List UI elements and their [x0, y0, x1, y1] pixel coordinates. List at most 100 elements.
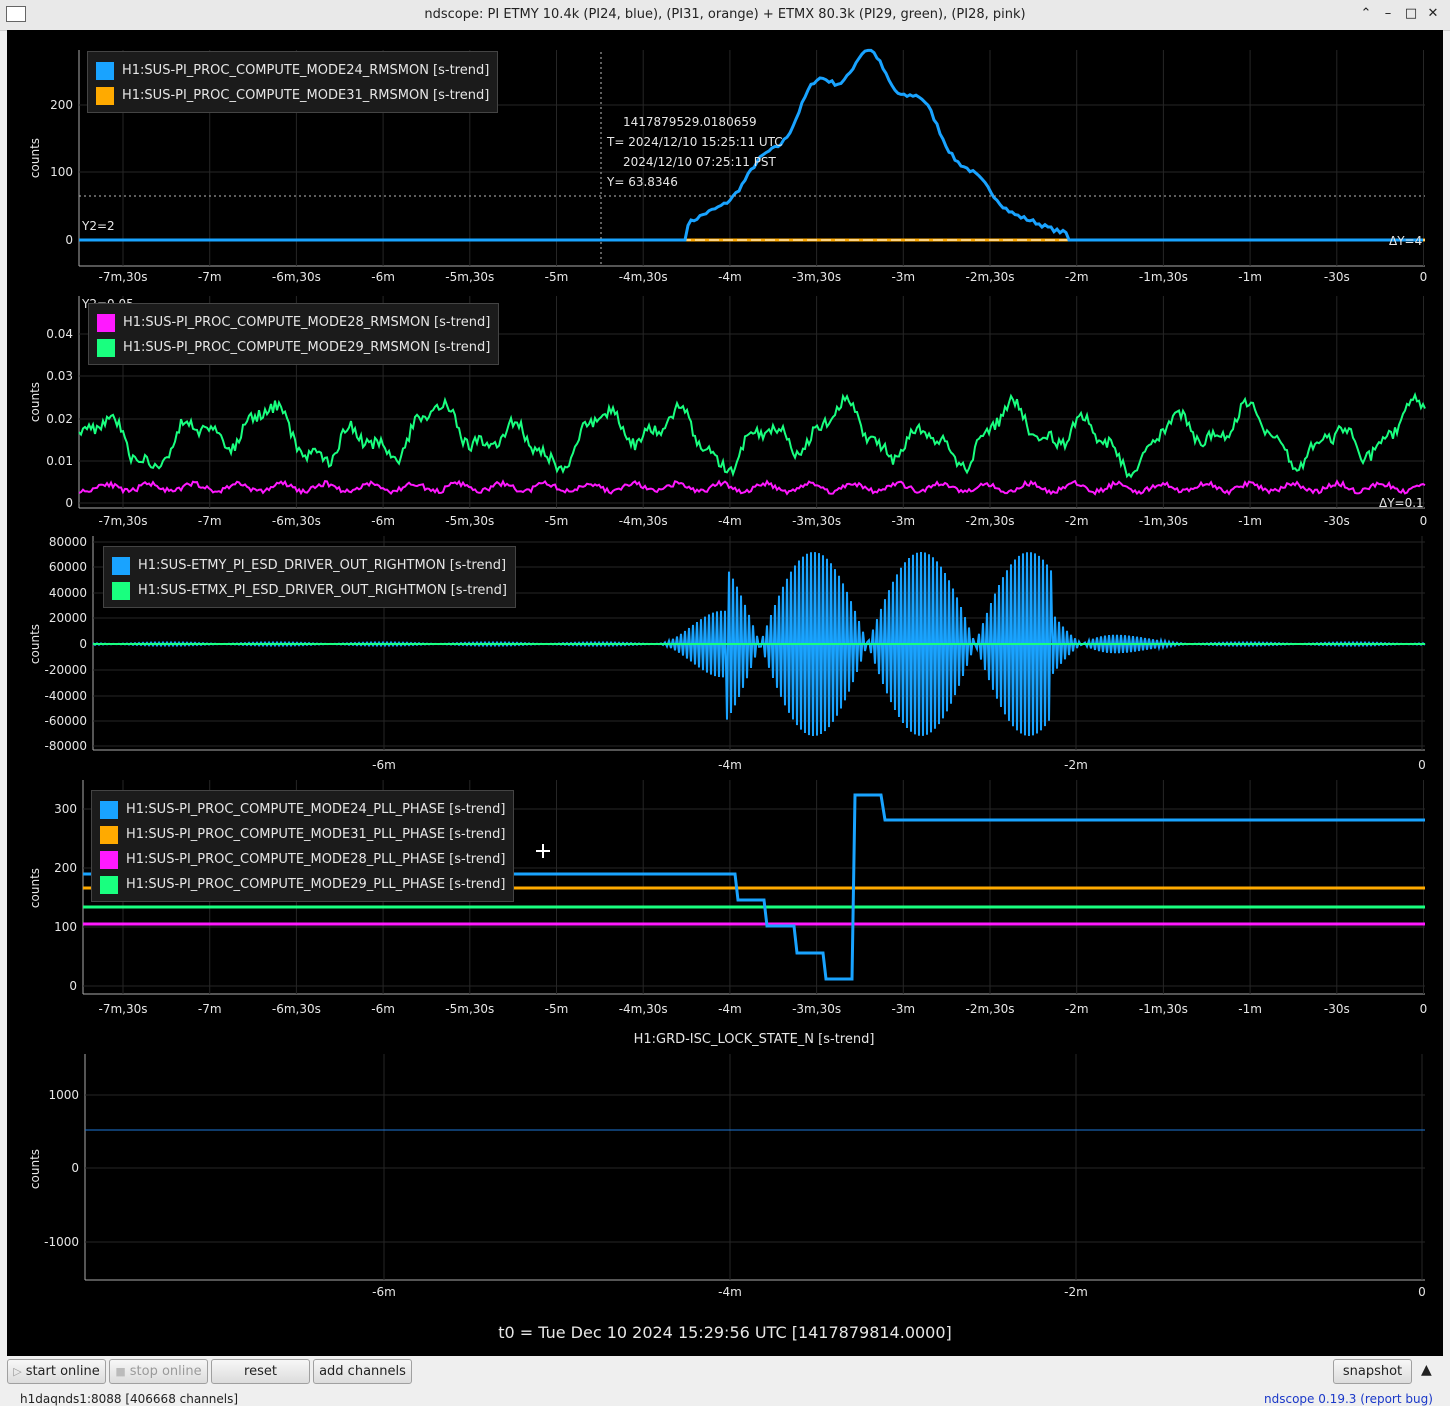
y-tick-label: -60000 [44, 714, 87, 728]
legend-label: H1:SUS-PI_PROC_COMPUTE_MODE31_RMSMON [s-… [122, 88, 490, 103]
y-tick-label: 0 [71, 1161, 79, 1175]
x-tick-label: -7m,30s [99, 514, 148, 528]
stop-online-button[interactable]: ■ stop online [109, 1359, 208, 1384]
legend-panel-1: H1:SUS-PI_PROC_COMPUTE_MODE24_RMSMON [s-… [87, 51, 499, 113]
version-link[interactable]: ndscope 0.19.3 (report bug) [1264, 1392, 1433, 1406]
cursor-delta-y-label: ΔY=4 [1389, 234, 1422, 248]
panel-guardian-state[interactable]: H1:GRD-ISC_LOCK_STATE_N [s-trend] counts… [7, 1024, 1443, 1304]
window-minimize-icon[interactable]: – [1379, 6, 1397, 21]
legend-label: H1:SUS-PI_PROC_COMPUTE_MODE29_RMSMON [s-… [123, 340, 491, 355]
start-online-button[interactable]: ▷ start online [7, 1359, 106, 1384]
x-tick-label: -2m [1065, 1002, 1089, 1016]
reset-button[interactable]: reset [211, 1359, 310, 1384]
x-tick-label: -1m,30s [1139, 270, 1188, 284]
x-tick-label: -2m [1064, 758, 1088, 772]
y-tick-label: 0.01 [46, 454, 73, 468]
trace-mode29-rmsmon [78, 391, 1426, 479]
cursor-y2-label: Y2=2 [81, 219, 115, 233]
x-tick-label: -5m,30s [445, 514, 494, 528]
window-shade-icon[interactable]: ⌃ [1357, 6, 1375, 21]
window-titlebar: ndscope: PI ETMY 10.4k (PI24, blue), (PI… [0, 0, 1450, 31]
plot-area: counts 200 100 0 -7m,30s -7m -6m,30s -6m -5m,3… [7, 30, 1443, 1356]
window-maximize-icon[interactable]: □ [1402, 6, 1420, 21]
legend-swatch [112, 556, 130, 575]
x-tick-label: -2m,30s [966, 1002, 1015, 1016]
y-tick-label: -1000 [44, 1235, 79, 1249]
x-tick-label: -4m [718, 758, 742, 772]
legend-label: H1:SUS-PI_PROC_COMPUTE_MODE29_PLL_PHASE … [126, 877, 506, 892]
server-status: h1daqnds1:8088 [406668 channels] [20, 1392, 239, 1406]
legend-item: H1:SUS-ETMX_PI_ESD_DRIVER_OUT_RIGHTMON [… [112, 578, 507, 603]
legend-item: H1:SUS-PI_PROC_COMPUTE_MODE29_PLL_PHASE … [100, 872, 505, 897]
x-tick-label: -1m,30s [1139, 1002, 1188, 1016]
legend-item: H1:SUS-ETMY_PI_ESD_DRIVER_OUT_RIGHTMON [… [112, 553, 507, 578]
add-channels-button[interactable]: add channels [313, 1359, 412, 1384]
panel-pll-phase[interactable]: counts 300 200 100 0 -7m,30s -7m -6m,30s -6m -5… [7, 780, 1443, 1024]
x-tick-label: -2m [1065, 270, 1089, 284]
t0-label: t0 = Tue Dec 10 2024 15:29:56 UTC [14178… [498, 1323, 952, 1342]
x-tick-label: -5m [545, 270, 569, 284]
x-tick-label: -4m,30s [619, 514, 668, 528]
legend-swatch [96, 86, 114, 105]
panel-esd-driver[interactable]: counts 80000 60000 40000 20000 0 -20000 -40000… [7, 535, 1443, 780]
cursor-utc: T= 2024/12/10 15:25:11 UTC [606, 135, 783, 149]
y-tick-label: 1000 [48, 1088, 79, 1102]
x-tick-label: 0 [1420, 270, 1428, 284]
legend-label: H1:SUS-PI_PROC_COMPUTE_MODE24_RMSMON [s-… [122, 63, 490, 78]
legend-label: H1:SUS-PI_PROC_COMPUTE_MODE28_RMSMON [s-… [123, 315, 491, 330]
x-tick-label: -1m [1238, 1002, 1262, 1016]
x-tick-label: -2m [1064, 1285, 1088, 1299]
legend-swatch [100, 850, 118, 869]
x-tick-label: -3m,30s [792, 1002, 841, 1016]
y-tick-label: 0.04 [46, 327, 73, 341]
legend-panel-4: H1:SUS-PI_PROC_COMPUTE_MODE24_PLL_PHASE … [91, 790, 515, 902]
trace-mode28-rmsmon [78, 479, 1426, 496]
x-tick-label: -4m,30s [619, 1002, 668, 1016]
x-tick-label: -5m [545, 1002, 569, 1016]
snapshot-button[interactable]: snapshot [1333, 1359, 1412, 1384]
window-close-icon[interactable]: ✕ [1424, 6, 1442, 21]
x-tick-label: -3m,30s [792, 270, 841, 284]
legend-swatch [100, 800, 118, 819]
legend-panel-3: H1:SUS-ETMY_PI_ESD_DRIVER_OUT_RIGHTMON [… [103, 546, 516, 608]
mouse-move-cursor-icon [536, 844, 550, 858]
legend-item: H1:SUS-PI_PROC_COMPUTE_MODE28_RMSMON [s-… [97, 310, 490, 335]
x-tick-label: -6m [371, 270, 395, 284]
x-tick-label: -1m,30s [1139, 514, 1188, 528]
y-tick-label: 0 [65, 233, 73, 247]
x-tick-label: -6m,30s [272, 270, 321, 284]
y-axis-label: counts [28, 382, 42, 422]
x-tick-label: -2m,30s [966, 270, 1015, 284]
x-tick-label: -1m [1238, 270, 1262, 284]
button-bar: ▷ start online ■ stop online reset add cha… [0, 1356, 1450, 1388]
y-axis-label: counts [28, 1149, 42, 1189]
legend-panel-2: H1:SUS-PI_PROC_COMPUTE_MODE28_RMSMON [s-… [88, 303, 500, 365]
cursor-gps: 1417879529.0180659 [623, 115, 757, 129]
cursor-y-value: Y= 63.8346 [606, 175, 678, 189]
x-tick-label: -5m,30s [445, 1002, 494, 1016]
x-tick-label: -7m [198, 1002, 222, 1016]
x-tick-label: -30s [1324, 514, 1350, 528]
x-tick-label: -4m,30s [619, 270, 668, 284]
y-tick-label: -40000 [44, 689, 87, 703]
x-tick-label: -4m [718, 270, 742, 284]
x-tick-label: -3m [891, 1002, 915, 1016]
x-tick-label: 0 [1420, 514, 1428, 528]
panel-rmsmon-etmx[interactable]: counts 0.04 0.03 0.02 0.01 0 -7m,30s -7m -6m,3… [7, 292, 1443, 536]
x-tick-label: -30s [1324, 1002, 1350, 1016]
x-tick-label: -4m [718, 514, 742, 528]
x-tick-label: -4m [718, 1002, 742, 1016]
expand-panel-icon[interactable]: ▲ [1421, 1362, 1432, 1378]
legend-swatch [100, 825, 118, 844]
y-axis-label: counts [28, 624, 42, 664]
y-tick-label: 100 [50, 165, 73, 179]
y-tick-label: 200 [50, 98, 73, 112]
panel-5-plot[interactable]: H1:GRD-ISC_LOCK_STATE_N [s-trend] counts… [7, 1024, 1443, 1304]
legend-label: H1:SUS-ETMX_PI_ESD_DRIVER_OUT_RIGHTMON [… [138, 583, 507, 598]
y-tick-label: 0.02 [46, 412, 73, 426]
legend-label: H1:SUS-PI_PROC_COMPUTE_MODE24_PLL_PHASE … [126, 802, 506, 817]
panel-rmsmon-etmy[interactable]: counts 200 100 0 -7m,30s -7m -6m,30s -6m -5m,3… [7, 30, 1443, 292]
x-tick-label: -3m [891, 514, 915, 528]
x-tick-label: -6m [371, 514, 395, 528]
x-tick-label: -6m [371, 1002, 395, 1016]
